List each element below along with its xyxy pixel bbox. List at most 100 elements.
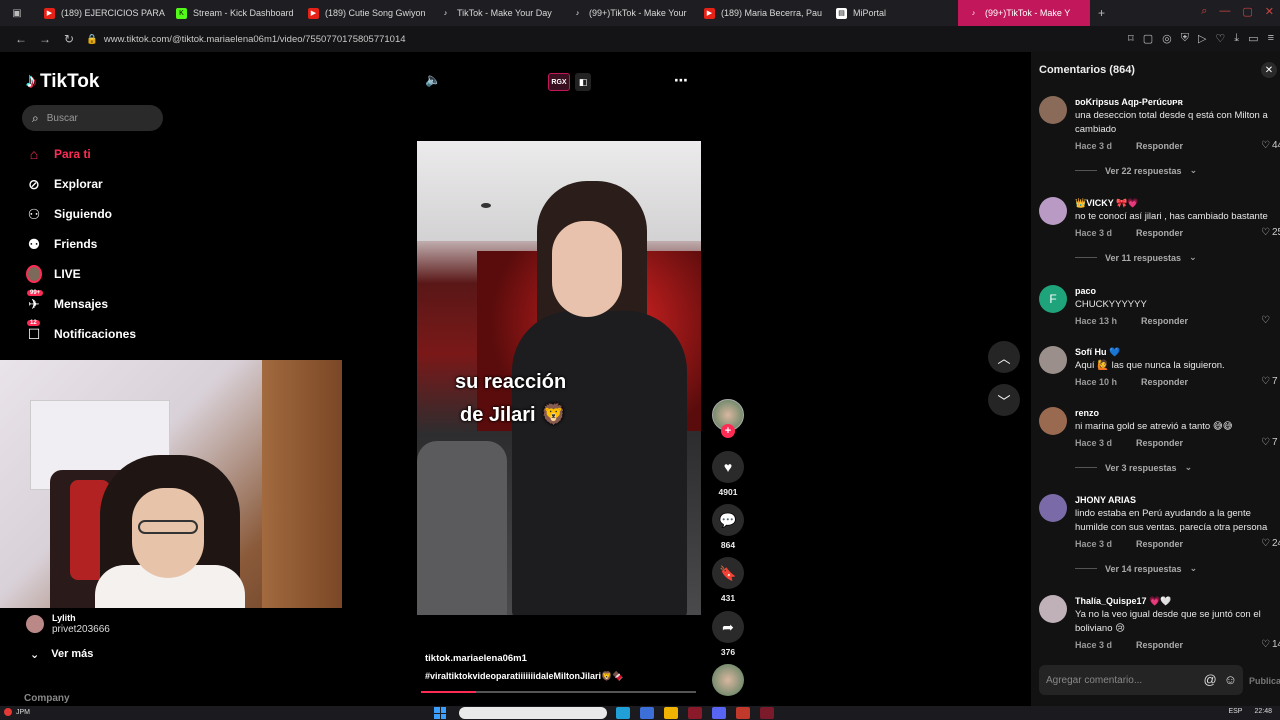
folder-icon[interactable]	[664, 707, 678, 719]
reply-button[interactable]: Responder	[1141, 316, 1188, 326]
comment-author[interactable]: Sofí Hu 💙	[1075, 346, 1280, 358]
reply-button[interactable]: Responder	[1136, 438, 1183, 448]
forward-icon[interactable]: →	[38, 32, 52, 46]
tiktok-logo[interactable]: ♪ TikTok	[26, 70, 99, 93]
comment-like-button[interactable]: ♡	[1261, 315, 1270, 326]
close-icon[interactable]: ✕	[1261, 62, 1277, 78]
discord-icon[interactable]	[712, 707, 726, 719]
previous-video-button[interactable]: ︿	[988, 341, 1020, 373]
heart-icon[interactable]: ♡	[1215, 32, 1225, 45]
comment-author[interactable]: ᴅᴏKripsus Aqp-Perúᴄᴜᴘʀ	[1075, 96, 1280, 108]
comment-author[interactable]: 👑VICKY 🎀💗	[1075, 197, 1280, 209]
app-icon[interactable]	[736, 707, 750, 719]
comment-author[interactable]: Thalía_Quispe17 💗🤍	[1075, 595, 1280, 607]
browser-icon[interactable]	[688, 707, 702, 719]
nav-item-notificaciones[interactable]: ☐ 12 Notificaciones	[26, 320, 136, 344]
reload-icon[interactable]: ↻	[62, 32, 76, 46]
see-more-button[interactable]: ⌄ Ver más	[30, 648, 93, 661]
comment-author[interactable]: renzo	[1075, 407, 1280, 419]
minimize-icon[interactable]: —	[1219, 5, 1230, 18]
comment-author[interactable]: paco	[1075, 285, 1280, 297]
like-button[interactable]: ♥ 4901	[712, 451, 744, 497]
avatar[interactable]: F	[1039, 285, 1067, 313]
view-replies-button[interactable]: Ver 22 respuestas ⌄	[1075, 165, 1280, 176]
avatar[interactable]	[1039, 407, 1067, 435]
volume-icon[interactable]: 🔈	[425, 72, 441, 88]
reply-button[interactable]: Responder	[1136, 141, 1183, 151]
mention-icon[interactable]: @	[1204, 672, 1217, 687]
search-input[interactable]: ⌕ Buscar	[22, 105, 163, 131]
nav-item-explorar[interactable]: ⊘ Explorar	[26, 174, 103, 194]
avatar[interactable]	[1039, 494, 1067, 522]
avatar[interactable]	[1039, 197, 1067, 225]
browser-tab[interactable]: K Stream - Kick Dashboard	[166, 0, 298, 26]
comment-like-button[interactable]: ♡ 7	[1261, 437, 1278, 448]
play-icon[interactable]: ▷	[1198, 32, 1206, 45]
tab-menu-icon[interactable]: ▣	[0, 0, 34, 26]
comment-like-button[interactable]: ♡44	[1261, 140, 1280, 151]
comment-like-button[interactable]: ♡14	[1261, 639, 1280, 650]
browser-tab[interactable]: ▶ (189) Cutie Song Gwiyon	[298, 0, 430, 26]
taskbar-search[interactable]	[459, 707, 607, 719]
company-link[interactable]: Company	[24, 693, 70, 704]
following-account[interactable]: Lylith privet203666	[26, 612, 110, 636]
comment-like-button[interactable]: ♡24	[1261, 538, 1280, 549]
avatar[interactable]	[1039, 96, 1067, 124]
post-comment-button[interactable]: Publicar	[1249, 676, 1280, 686]
reply-button[interactable]: Responder	[1136, 539, 1183, 549]
comment-button[interactable]: 💬 864	[712, 504, 744, 550]
url-field[interactable]: 🔒 www.tiktok.com/@tiktok.mariaelena06m1/v…	[86, 34, 406, 45]
nav-item-siguiendo[interactable]: ⚇ Siguiendo	[26, 204, 112, 224]
shield-icon[interactable]: ⛨	[1181, 32, 1189, 45]
comment-input[interactable]: Agregar comentario... @ ☺	[1039, 665, 1243, 695]
video-author[interactable]: tiktok.mariaelena06m1	[425, 653, 527, 664]
reply-button[interactable]: Responder	[1141, 377, 1188, 387]
language-indicator[interactable]: ESP	[1228, 708, 1242, 715]
maximize-icon[interactable]: ▢	[1242, 5, 1252, 18]
rgx-button[interactable]: RGX	[548, 73, 570, 91]
windows-start-icon[interactable]	[434, 707, 446, 719]
vpn-icon[interactable]: ◎	[1162, 32, 1172, 45]
comment-author[interactable]: JHONY ARIAS	[1075, 494, 1280, 506]
nav-item-para-ti[interactable]: ⌂ Para ti	[26, 144, 91, 164]
video-progress-bar[interactable]	[421, 691, 696, 693]
browser-tab[interactable]: ▤ MiPortal	[826, 0, 958, 26]
comment-like-button[interactable]: ♡ 7	[1261, 376, 1278, 387]
follow-plus-icon[interactable]: +	[721, 424, 735, 438]
browser-tab[interactable]: ▶ (189) Maria Becerra, Pau	[694, 0, 826, 26]
emoji-icon[interactable]: ☺	[1224, 672, 1237, 687]
nav-item-mensajes[interactable]: ✈ 99+ Mensajes	[26, 290, 108, 314]
browser-tab-active[interactable]: ♪ (99+)TikTok - Make Y	[958, 0, 1090, 26]
view-replies-button[interactable]: Ver 3 respuestas ⌄	[1075, 462, 1280, 473]
nav-item-friends[interactable]: ⚉ Friends	[26, 234, 98, 254]
back-icon[interactable]: ←	[14, 32, 28, 46]
search-tabs-icon[interactable]: ⌕	[1201, 5, 1207, 18]
picture-in-picture-icon[interactable]: ◧	[575, 73, 591, 91]
save-button[interactable]: 🔖 431	[712, 557, 744, 603]
close-window-icon[interactable]: ✕	[1265, 5, 1274, 18]
nav-item-live[interactable]: LIVE	[26, 264, 81, 284]
browser-tab[interactable]: ♪ TikTok - Make Your Day	[430, 0, 562, 26]
view-replies-button[interactable]: Ver 14 respuestas ⌄	[1075, 563, 1280, 574]
app-icon[interactable]	[640, 707, 654, 719]
more-options-icon[interactable]: ⋯	[674, 72, 688, 89]
browser-tab[interactable]: ♪ (99+)TikTok - Make Your	[562, 0, 694, 26]
bookmark-icon[interactable]: ⌑	[1128, 32, 1134, 45]
comment-like-button[interactable]: ♡25	[1261, 227, 1280, 238]
download-icon[interactable]: ⤓	[1234, 32, 1239, 45]
video-description[interactable]: #viraltiktokvideoparatiiiiiiidaleMiltonJ…	[425, 671, 623, 682]
clock[interactable]: 22:48	[1254, 708, 1272, 715]
next-video-button[interactable]: ﹀	[988, 384, 1020, 416]
edge-icon[interactable]	[616, 707, 630, 719]
avatar[interactable]	[1039, 595, 1067, 623]
share-button[interactable]: ➦ 376	[712, 611, 744, 657]
wallet-icon[interactable]: ▭	[1248, 32, 1258, 45]
reply-button[interactable]: Responder	[1136, 640, 1183, 650]
browser-tab[interactable]: ▶ (189) EJERCICIOS PARA A	[34, 0, 166, 26]
taskbar-widget[interactable]: JPM	[4, 708, 30, 716]
new-tab-icon[interactable]: +	[1090, 6, 1113, 20]
avatar[interactable]	[1039, 346, 1067, 374]
menu-icon[interactable]: ≡	[1268, 32, 1274, 45]
reply-button[interactable]: Responder	[1136, 228, 1183, 238]
screenshot-icon[interactable]: ▢	[1143, 32, 1153, 45]
